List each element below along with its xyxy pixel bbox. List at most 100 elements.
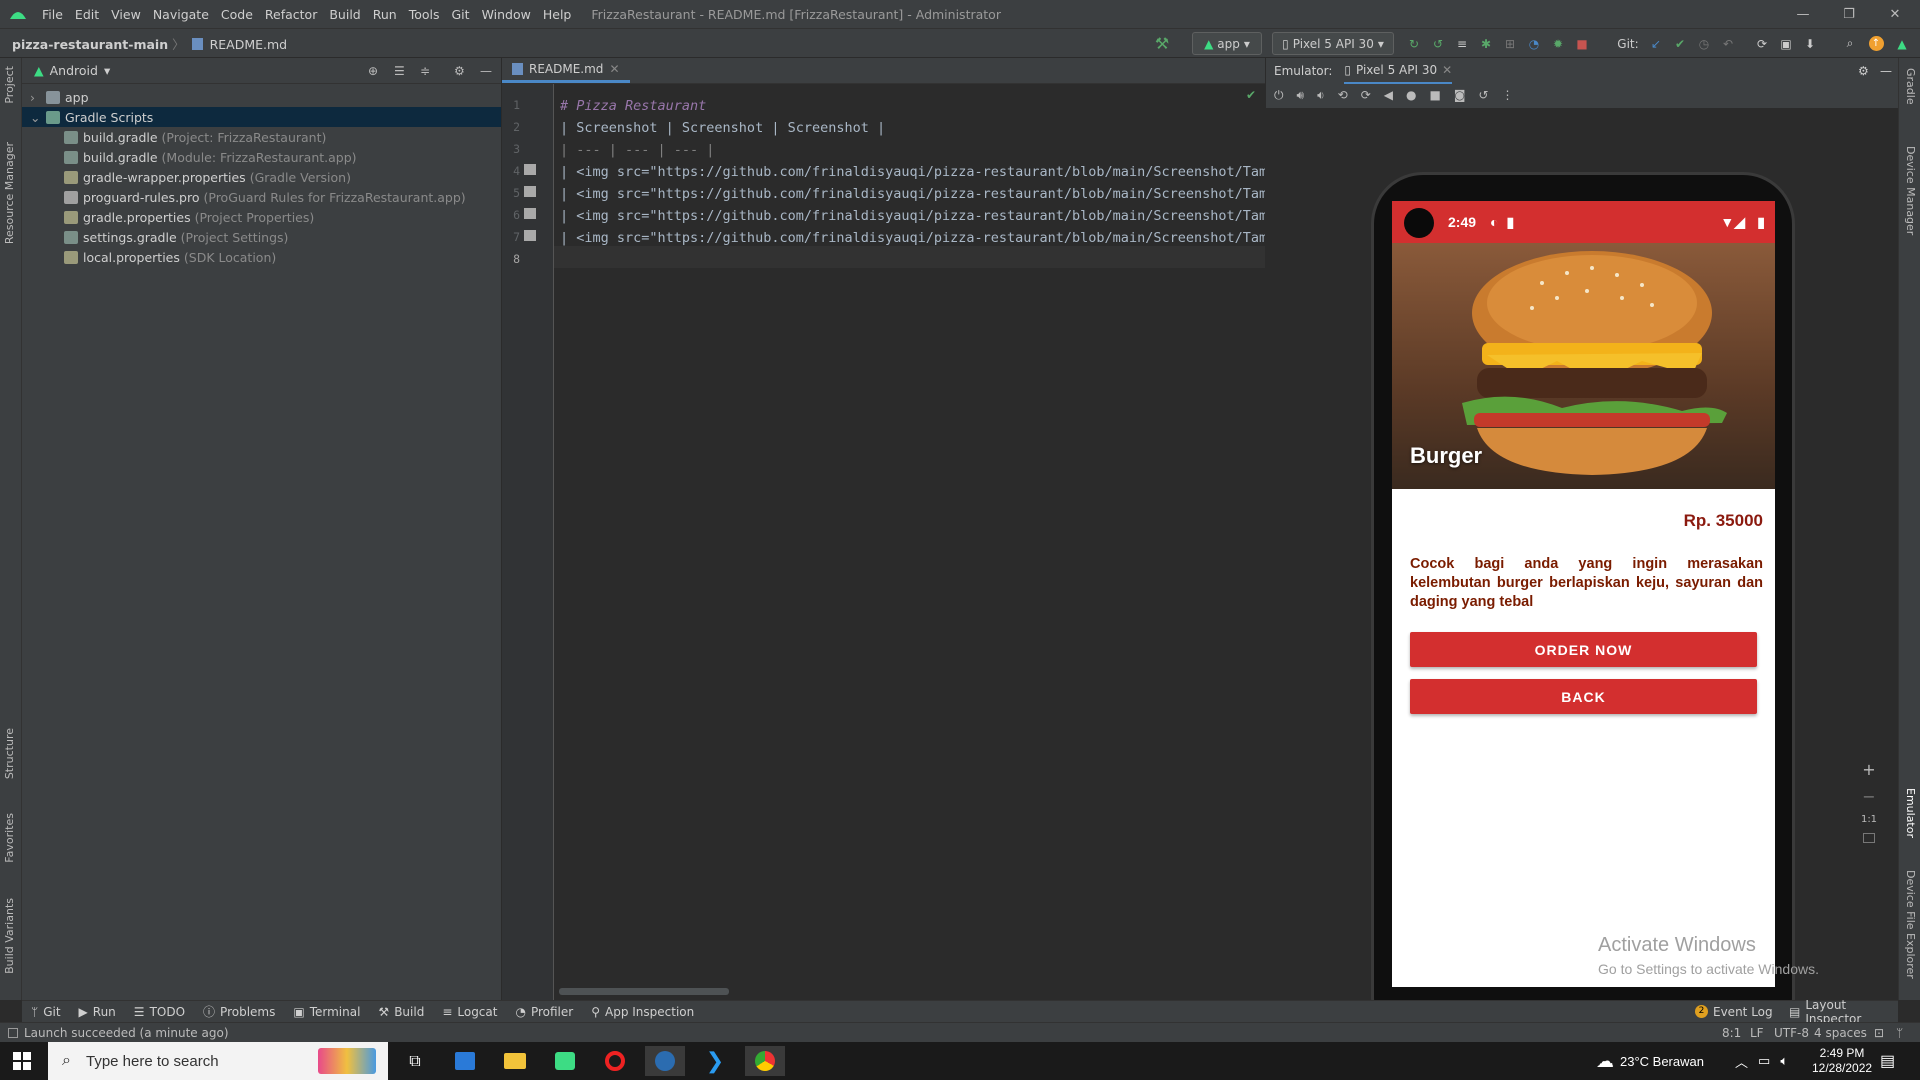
tool-terminal[interactable]: ▣ Terminal <box>284 1005 369 1019</box>
volume-icon[interactable]: 🔈︎ <box>1780 1053 1788 1069</box>
gear-icon[interactable]: ⚙ <box>1858 64 1869 78</box>
network-icon[interactable]: ▭ <box>1758 1053 1770 1069</box>
breadcrumb-file[interactable]: README.md <box>210 37 288 52</box>
rotate-left-icon[interactable]: ⟲ <box>1338 88 1348 102</box>
android-studio-taskbar-icon[interactable] <box>545 1046 585 1076</box>
restore-button[interactable]: ❐ <box>1826 0 1872 28</box>
clock[interactable]: 2:49 PM 12/28/2022 <box>1812 1042 1872 1080</box>
make-project-icon[interactable]: ⚒ <box>1150 32 1174 55</box>
opera-icon[interactable] <box>595 1046 635 1076</box>
home-icon[interactable]: ● <box>1406 88 1416 102</box>
device-dropdown[interactable]: ▯ Pixel 5 API 30 ▾ <box>1272 32 1394 55</box>
zoom-in-icon[interactable]: + <box>1862 760 1875 779</box>
close-tab-icon[interactable]: ✕ <box>609 62 619 76</box>
collapse-all-icon[interactable]: ≑ <box>420 64 430 78</box>
git-branch-icon[interactable]: ᛘ <box>1896 1026 1903 1040</box>
code-line-3[interactable]: | --- | --- | --- | <box>560 142 714 158</box>
git-update-icon[interactable]: ↙ <box>1646 32 1666 55</box>
zoom-out-icon[interactable]: − <box>1862 787 1875 806</box>
tab-structure[interactable]: Structure <box>3 728 16 779</box>
device-manager-icon[interactable]: ▣ <box>1776 32 1796 55</box>
weather-widget[interactable]: ☁ 23°C Berawan <box>1596 1042 1704 1080</box>
code-line-1[interactable]: # Pizza Restaurant <box>560 98 706 114</box>
zoom-actual-size[interactable]: 1:1 <box>1861 814 1877 825</box>
caret-position[interactable]: 8:1 <box>1722 1026 1741 1040</box>
more-icon[interactable]: ⋮ <box>1502 88 1514 102</box>
debug-icon[interactable]: ✱ <box>1476 32 1496 55</box>
stop-icon[interactable]: ■ <box>1572 32 1592 55</box>
menu-help[interactable]: Help <box>537 7 578 22</box>
menu-window[interactable]: Window <box>476 7 537 22</box>
code-line-6[interactable]: | <img src="https://github.com/frinaldis… <box>560 208 1283 224</box>
volume-up-icon[interactable]: 🔊︎ <box>1297 88 1305 103</box>
breadcrumb-project[interactable]: pizza-restaurant-main <box>12 37 168 52</box>
close-tab-icon[interactable]: ✕ <box>1442 63 1452 77</box>
snapshot-icon[interactable]: ↺ <box>1478 88 1488 102</box>
expand-all-icon[interactable]: ☰ <box>394 64 405 78</box>
close-window-button[interactable]: ✕ <box>1872 0 1918 28</box>
tree-item-build-gradle-module[interactable]: build.gradle (Module: FrizzaRestaurant.ap… <box>22 147 501 167</box>
menu-refactor[interactable]: Refactor <box>259 7 323 22</box>
git-rollback-icon[interactable]: ↶ <box>1718 32 1738 55</box>
tab-favorites[interactable]: Favorites <box>3 813 16 863</box>
hide-panel-icon[interactable]: — <box>480 64 492 78</box>
image-preview-icon[interactable] <box>524 186 536 197</box>
tree-item-gradle-properties[interactable]: gradle.properties (Project Properties) <box>22 207 501 227</box>
attach-process-icon[interactable]: ✹ <box>1548 32 1568 55</box>
image-preview-icon[interactable] <box>524 208 536 219</box>
tab-build-variants[interactable]: Build Variants <box>3 898 16 974</box>
minimize-button[interactable]: — <box>1780 0 1826 28</box>
task-view-icon[interactable]: ⧉ <box>395 1046 435 1076</box>
tree-item-settings-gradle[interactable]: settings.gradle (Project Settings) <box>22 227 501 247</box>
tool-event-log[interactable]: 2 Event Log <box>1686 1005 1782 1019</box>
taskbar-search[interactable]: ⌕ Type here to search <box>48 1042 388 1080</box>
tool-todo[interactable]: ☰ TODO <box>125 1005 194 1019</box>
indent-setting[interactable]: 4 spaces <box>1814 1026 1867 1040</box>
attach-debugger-icon[interactable]: ⊞ <box>1500 32 1520 55</box>
tree-item-proguard[interactable]: proguard-rules.pro (ProGuard Rules for Fr… <box>22 187 501 207</box>
phone-screen[interactable]: 2:49 ◐ ▮ ▼◢ ▮ Burger Rp. 35000 Cocok bag… <box>1392 201 1775 987</box>
tree-item-local-properties[interactable]: local.properties (SDK Location) <box>22 247 501 267</box>
tab-emulator[interactable]: Emulator <box>1904 788 1917 838</box>
zoom-fit-icon[interactable] <box>1863 833 1875 843</box>
run-config-dropdown[interactable]: ▲ app ▾ <box>1192 32 1262 55</box>
code-line-4[interactable]: | <img src="https://github.com/frinaldis… <box>560 164 1283 180</box>
app-taskbar-icon[interactable] <box>645 1046 685 1076</box>
git-commit-icon[interactable]: ✔ <box>1670 32 1690 55</box>
status-message[interactable]: Launch succeeded (a minute ago) <box>24 1026 229 1040</box>
tree-item-build-gradle-project[interactable]: build.gradle (Project: FrizzaRestaurant) <box>22 127 501 147</box>
updates-icon[interactable]: ↑ <box>1866 32 1886 55</box>
tab-project[interactable]: Project <box>3 66 16 104</box>
gear-icon[interactable]: ⚙ <box>454 64 465 78</box>
locate-icon[interactable]: ⊕ <box>368 64 378 78</box>
volume-down-icon[interactable]: 🔉︎ <box>1317 88 1325 103</box>
tool-logcat[interactable]: ≡ Logcat <box>433 1005 506 1019</box>
order-now-button[interactable]: ORDER NOW <box>1410 632 1757 667</box>
sync-gradle-icon[interactable]: ⟳ <box>1752 32 1772 55</box>
menu-navigate[interactable]: Navigate <box>147 7 215 22</box>
screenshot-icon[interactable]: ◙ <box>1454 88 1466 102</box>
menu-tools[interactable]: Tools <box>403 7 446 22</box>
lock-icon[interactable]: ⊡ <box>1874 1026 1884 1040</box>
menu-edit[interactable]: Edit <box>69 7 105 22</box>
notifications-icon[interactable]: ▤ <box>1880 1042 1895 1080</box>
tool-run[interactable]: ▶ Run <box>70 1005 125 1019</box>
tab-device-manager[interactable]: Device Manager <box>1904 146 1917 235</box>
image-preview-icon[interactable] <box>524 164 536 175</box>
profile-icon[interactable]: ◔ <box>1524 32 1544 55</box>
tab-emulator-device[interactable]: ▯ Pixel 5 API 30 ✕ <box>1344 58 1453 84</box>
search-icon[interactable]: ⌕ <box>1840 32 1860 55</box>
tree-item-gradle-scripts[interactable]: ⌄ Gradle Scripts <box>22 107 501 127</box>
tab-gradle[interactable]: Gradle <box>1904 68 1917 105</box>
menu-file[interactable]: File <box>36 7 69 22</box>
menu-git[interactable]: Git <box>446 7 476 22</box>
menu-code[interactable]: Code <box>215 7 259 22</box>
tab-readme[interactable]: README.md ✕ <box>502 57 630 83</box>
git-history-icon[interactable]: ◷ <box>1694 32 1714 55</box>
android-studio-small-icon[interactable]: ▲ <box>1892 32 1912 55</box>
file-encoding[interactable]: UTF-8 <box>1774 1026 1809 1040</box>
rotate-right-icon[interactable]: ⟳ <box>1361 88 1371 102</box>
menu-run[interactable]: Run <box>367 7 403 22</box>
chrome-icon[interactable] <box>745 1046 785 1076</box>
tool-profiler[interactable]: ◔ Profiler <box>506 1005 582 1019</box>
